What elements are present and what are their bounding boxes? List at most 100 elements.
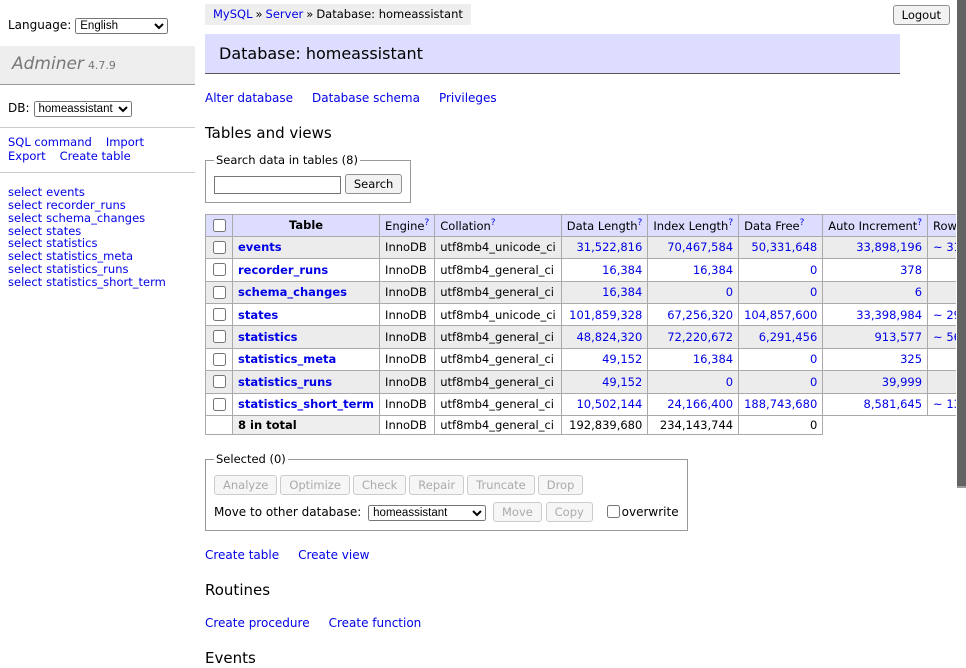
index-length-cell[interactable]: 16,384 <box>648 348 739 370</box>
move-button[interactable]: Move <box>493 502 542 522</box>
data-length-cell[interactable]: 49,152 <box>561 348 648 370</box>
language-select[interactable]: English <box>75 18 168 34</box>
db-select[interactable]: homeassistant <box>34 101 132 117</box>
data-length-cell[interactable]: 48,824,320 <box>561 326 648 348</box>
auto-increment-cell[interactable]: 33,898,196 <box>823 236 928 258</box>
copy-button[interactable]: Copy <box>546 502 593 522</box>
index-length-cell[interactable]: 24,166,400 <box>648 393 739 415</box>
sidebar-link-sql-command[interactable]: SQL command <box>8 135 92 149</box>
sidebar-select-recorder-runs[interactable]: select <box>8 198 42 212</box>
scrollbar-thumb[interactable] <box>957 0 966 488</box>
total-empty-cell <box>206 415 233 434</box>
move-db-select[interactable]: homeassistant <box>368 505 486 521</box>
data-free-cell[interactable]: 0 <box>739 281 823 303</box>
sidebar-select-statistics-runs[interactable]: select <box>8 262 42 276</box>
create-function-link[interactable]: Create function <box>329 616 422 630</box>
sidebar-link-create-table[interactable]: Create table <box>60 149 131 163</box>
row-checkbox-schema-changes[interactable] <box>213 286 226 299</box>
index-length-cell[interactable]: 0 <box>648 281 739 303</box>
data-length-cell[interactable]: 16,384 <box>561 259 648 281</box>
data-free-cell[interactable]: 50,331,648 <box>739 236 823 258</box>
table-link-recorder-runs[interactable]: recorder_runs <box>238 263 328 277</box>
index-length-cell[interactable]: 72,220,672 <box>648 326 739 348</box>
row-checkbox-statistics-short-term[interactable] <box>213 398 226 411</box>
logout-button[interactable]: Logout <box>893 5 950 25</box>
table-link-schema-changes[interactable]: schema_changes <box>238 285 347 299</box>
row-checkbox-statistics-runs[interactable] <box>213 375 226 388</box>
repair-button[interactable]: Repair <box>409 475 464 495</box>
create-table-link[interactable]: Create table <box>205 548 279 562</box>
db-label: DB: <box>8 101 30 115</box>
optimize-button[interactable]: Optimize <box>280 475 350 495</box>
create-view-link[interactable]: Create view <box>298 548 369 562</box>
row-checkbox-cell <box>206 393 233 415</box>
table-link-events[interactable]: events <box>238 240 282 254</box>
index-length-cell[interactable]: 16,384 <box>648 259 739 281</box>
truncate-button[interactable]: Truncate <box>467 475 535 495</box>
table-row-statistics-meta: statistics_metaInnoDButf8mb4_general_ci4… <box>206 348 966 370</box>
breadcrumb-server-link[interactable]: Server <box>266 7 304 21</box>
table-link-statistics[interactable]: statistics <box>238 330 298 344</box>
search-button[interactable]: Search <box>345 174 403 194</box>
auto-increment-cell[interactable]: 325 <box>823 348 928 370</box>
data-length-cell[interactable]: 31,522,816 <box>561 236 648 258</box>
data-free-cell[interactable]: 0 <box>739 259 823 281</box>
help-link[interactable]: ? <box>424 218 429 228</box>
auto-increment-cell[interactable]: 39,999 <box>823 371 928 393</box>
row-checkbox-statistics[interactable] <box>213 330 226 343</box>
adminer-version: 4.7.9 <box>88 59 116 72</box>
help-link[interactable]: ? <box>638 218 643 228</box>
auto-increment-cell[interactable]: 913,577 <box>823 326 928 348</box>
sidebar-table-statistics-short-term[interactable]: statistics_short_term <box>46 275 166 289</box>
breadcrumb-mysql-link[interactable]: MySQL <box>213 7 253 21</box>
privileges-link[interactable]: Privileges <box>439 91 497 105</box>
drop-button[interactable]: Drop <box>538 475 584 495</box>
adminer-home-link[interactable]: Adminer <box>12 54 84 74</box>
adminer-logo: Adminer 4.7.9 <box>0 46 195 85</box>
data-free-cell[interactable]: 6,291,456 <box>739 326 823 348</box>
sidebar-select-statistics-short-term[interactable]: select <box>8 275 42 289</box>
data-length-cell[interactable]: 16,384 <box>561 281 648 303</box>
overwrite-checkbox[interactable] <box>607 505 620 518</box>
alter-database-link[interactable]: Alter database <box>205 91 293 105</box>
table-link-states[interactable]: states <box>238 308 278 322</box>
help-link[interactable]: ? <box>491 218 496 228</box>
auto-increment-cell[interactable]: 8,581,645 <box>823 393 928 415</box>
data-free-cell[interactable]: 188,743,680 <box>739 393 823 415</box>
index-length-cell[interactable]: 67,256,320 <box>648 304 739 326</box>
data-free-cell[interactable]: 104,857,600 <box>739 304 823 326</box>
auto-increment-cell[interactable]: 33,398,984 <box>823 304 928 326</box>
index-length-cell[interactable]: 70,467,584 <box>648 236 739 258</box>
table-link-statistics-short-term[interactable]: statistics_short_term <box>238 397 374 411</box>
help-link[interactable]: ? <box>917 218 922 228</box>
table-link-statistics-runs[interactable]: statistics_runs <box>238 375 332 389</box>
data-length-cell[interactable]: 101,859,328 <box>561 304 648 326</box>
table-link-statistics-meta[interactable]: statistics_meta <box>238 352 336 366</box>
search-input[interactable] <box>214 176 341 194</box>
collation-cell: utf8mb4_general_ci <box>435 393 562 415</box>
data-length-cell[interactable]: 10,502,144 <box>561 393 648 415</box>
analyze-button[interactable]: Analyze <box>214 475 277 495</box>
row-checkbox-statistics-meta[interactable] <box>213 353 226 366</box>
data-length-cell[interactable]: 49,152 <box>561 371 648 393</box>
auto-increment-cell[interactable]: 6 <box>823 281 928 303</box>
auto-increment-cell[interactable]: 378 <box>823 259 928 281</box>
breadcrumb-current: Database: homeassistant <box>316 7 463 21</box>
check-button[interactable]: Check <box>353 475 406 495</box>
table-name-cell: recorder_runs <box>233 259 380 281</box>
help-link[interactable]: ? <box>800 218 805 228</box>
database-schema-link[interactable]: Database schema <box>312 91 420 105</box>
help-link[interactable]: ? <box>728 218 733 228</box>
scrollbar-track[interactable] <box>956 0 966 543</box>
data-free-cell[interactable]: 0 <box>739 348 823 370</box>
row-checkbox-recorder-runs[interactable] <box>213 263 226 276</box>
row-checkbox-events[interactable] <box>213 241 226 254</box>
sidebar-select-schema-changes[interactable]: select <box>8 211 42 225</box>
select-all-checkbox[interactable] <box>213 219 226 232</box>
create-procedure-link[interactable]: Create procedure <box>205 616 310 630</box>
sidebar-link-import[interactable]: Import <box>106 135 144 149</box>
data-free-cell[interactable]: 0 <box>739 371 823 393</box>
row-checkbox-states[interactable] <box>213 308 226 321</box>
index-length-cell[interactable]: 0 <box>648 371 739 393</box>
sidebar-link-export[interactable]: Export <box>8 149 46 163</box>
